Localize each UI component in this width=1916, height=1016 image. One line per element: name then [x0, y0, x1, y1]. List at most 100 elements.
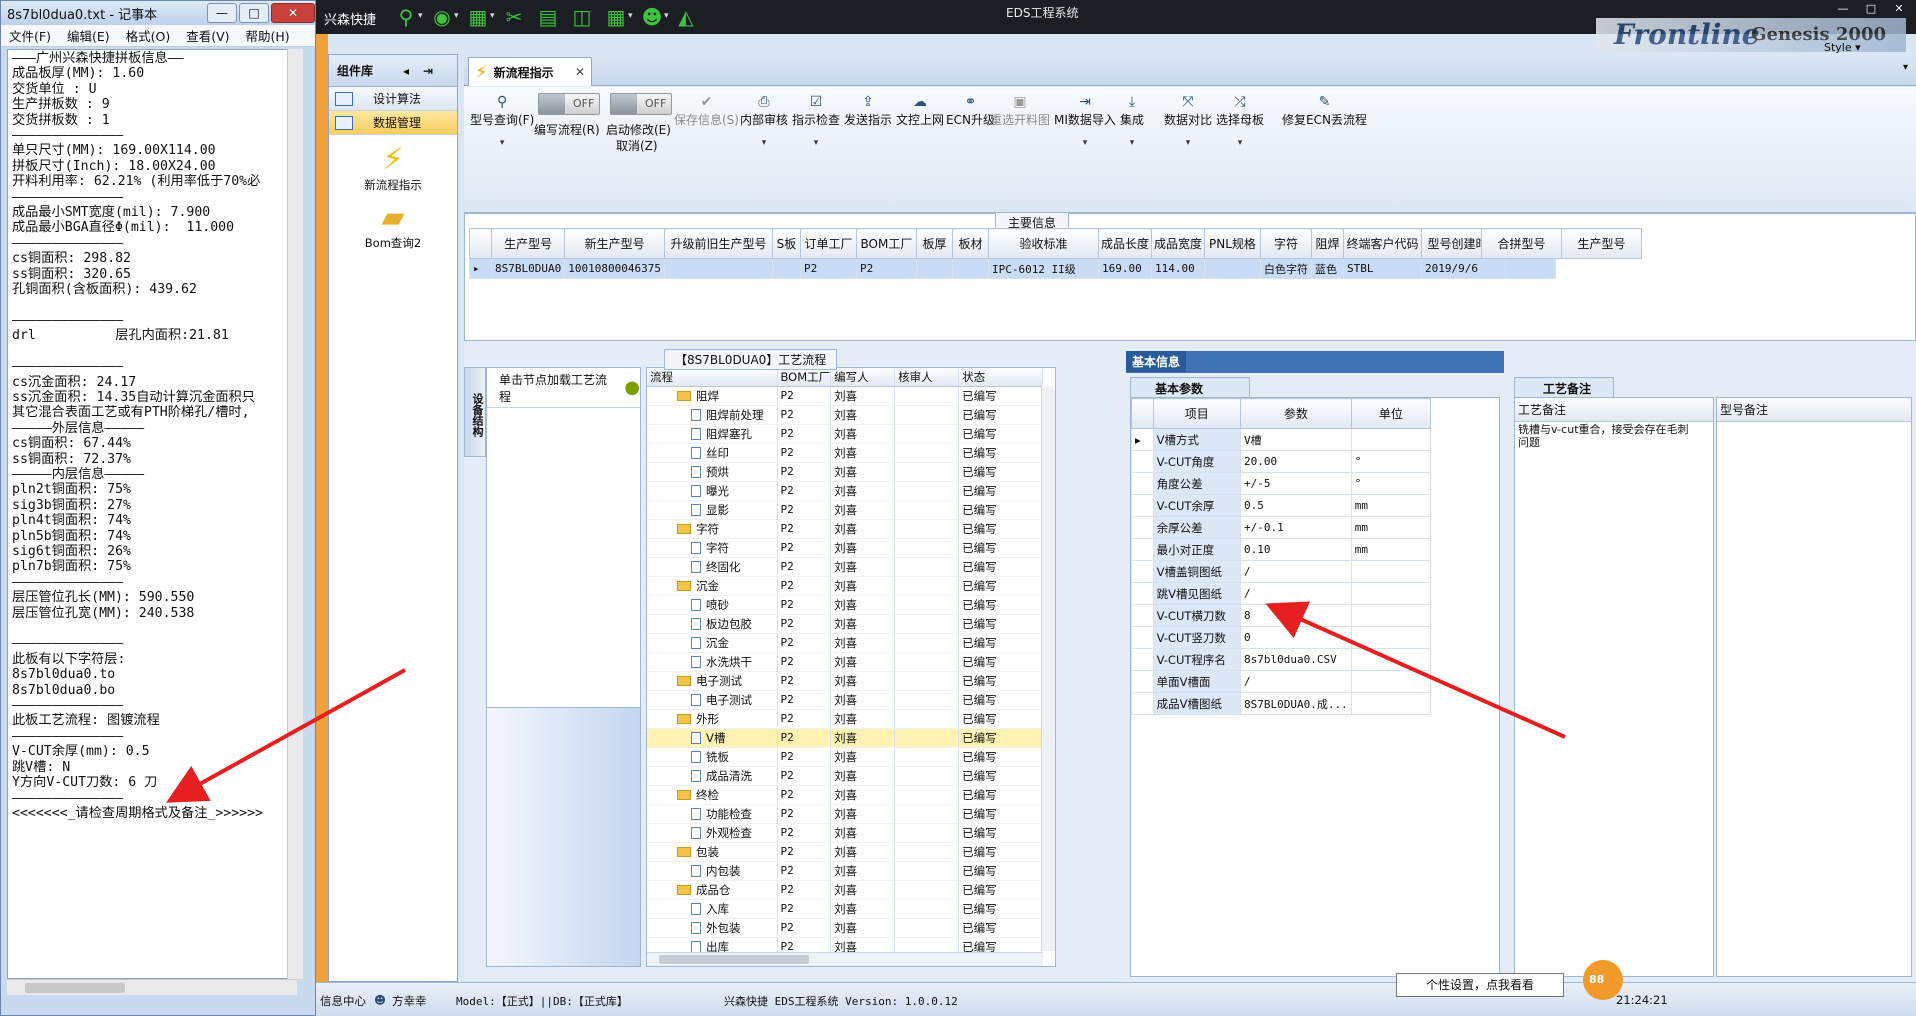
- column-header[interactable]: 流程: [647, 368, 778, 387]
- flow-node[interactable]: 丝印: [647, 443, 778, 463]
- param-row[interactable]: V-CUT竖刀数 0: [1131, 626, 1432, 649]
- flow-row[interactable]: 内包装 P2 刘喜 已编写: [647, 861, 1043, 881]
- flow-row[interactable]: 电子测试 P2 刘喜 已编写: [647, 671, 1043, 691]
- status-cell[interactable]: 已编写: [958, 443, 1043, 463]
- bom-factory-cell[interactable]: P2: [777, 918, 832, 938]
- author-cell[interactable]: 刘喜: [830, 861, 896, 881]
- status-cell[interactable]: 已编写: [958, 823, 1043, 843]
- flow-row[interactable]: 预烘 P2 刘喜 已编写: [647, 462, 1043, 482]
- column-header[interactable]: 单位: [1350, 398, 1432, 429]
- flow-row[interactable]: 成品清洗 P2 刘喜 已编写: [647, 766, 1043, 786]
- param-value[interactable]: /: [1240, 670, 1352, 693]
- flow-row[interactable]: 丝印 P2 刘喜 已编写: [647, 443, 1043, 463]
- param-value[interactable]: 8S7BL0DUA0.成...: [1240, 692, 1352, 715]
- table-cell[interactable]: 114.00: [1150, 258, 1205, 279]
- reviewer-cell[interactable]: [894, 557, 960, 577]
- menu-format[interactable]: 格式(O): [118, 26, 179, 45]
- flow-row[interactable]: 喷砂 P2 刘喜 已编写: [647, 595, 1043, 615]
- reviewer-cell[interactable]: [894, 690, 960, 710]
- author-cell[interactable]: 刘喜: [830, 671, 896, 691]
- param-row[interactable]: V-CUT横刀数 8: [1131, 604, 1432, 627]
- table-cell[interactable]: 8S7BL0DUA0: [490, 258, 566, 279]
- menu-edit[interactable]: 编辑(E): [59, 26, 118, 45]
- internal-review-button[interactable]: ⎙ 内部审核 ▾: [740, 93, 788, 148]
- table-cell[interactable]: [1504, 258, 1556, 279]
- flow-row[interactable]: 包装 P2 刘喜 已编写: [647, 842, 1043, 862]
- column-header[interactable]: 阻焊: [1310, 228, 1344, 259]
- column-header[interactable]: 板材: [951, 228, 989, 259]
- flow-node[interactable]: 喷砂: [647, 595, 778, 615]
- column-header[interactable]: PNL规格: [1203, 228, 1261, 259]
- status-cell[interactable]: 已编写: [958, 500, 1043, 520]
- style-dropdown[interactable]: Style ▾: [1824, 41, 1861, 54]
- author-cell[interactable]: 刘喜: [830, 633, 896, 653]
- chevron-down-icon[interactable]: ▾: [490, 11, 495, 21]
- reviewer-cell[interactable]: [894, 709, 960, 729]
- save-info-button[interactable]: ✔ 保存信息(S): [674, 93, 739, 128]
- new-flow-shortcut[interactable]: ⚡ 新流程指示: [329, 143, 457, 193]
- table-cell[interactable]: 白色字符: [1259, 258, 1312, 279]
- tab-equipment-structure[interactable]: 设备结构: [464, 367, 486, 457]
- reviewer-cell[interactable]: [894, 519, 960, 539]
- author-cell[interactable]: 刘喜: [830, 481, 896, 501]
- column-header[interactable]: 编写人: [830, 368, 896, 387]
- reviewer-cell[interactable]: [894, 500, 960, 520]
- flow-node[interactable]: 电子测试: [647, 671, 778, 691]
- author-cell[interactable]: 刘喜: [830, 519, 896, 539]
- column-header[interactable]: 生产型号: [1561, 228, 1642, 259]
- param-value[interactable]: /: [1240, 582, 1352, 605]
- flow-node[interactable]: 阻焊前处理: [647, 405, 778, 425]
- scissors-icon[interactable]: ✂: [502, 5, 526, 29]
- column-header[interactable]: 字符: [1259, 228, 1312, 259]
- close-button[interactable]: ✕: [1886, 2, 1912, 16]
- close-icon[interactable]: ✕: [575, 65, 585, 79]
- param-row[interactable]: V-CUT余厚 0.5 mm: [1131, 494, 1432, 517]
- bom-factory-cell[interactable]: P2: [777, 747, 832, 767]
- reviewer-cell[interactable]: [894, 386, 960, 406]
- flow-node[interactable]: 终固化: [647, 557, 778, 577]
- table-row[interactable]: ▸ 8S7BL0DUA0 10010800046375 P2 P2 IPC-6012 II…: [469, 258, 1556, 279]
- table-cell[interactable]: IPC-6012 II级: [987, 258, 1099, 279]
- table-cell[interactable]: 169.00: [1097, 258, 1152, 279]
- table-cell[interactable]: 蓝色: [1310, 258, 1344, 279]
- select-mother-board-button[interactable]: ⤮ 选择母板 ▾: [1216, 93, 1264, 148]
- enable-edit-toggle[interactable]: OFF: [610, 93, 672, 115]
- integrate-button[interactable]: ⤓ 集成 ▾: [1120, 93, 1144, 148]
- flow-row[interactable]: 沉金 P2 刘喜 已编写: [647, 576, 1043, 596]
- author-cell[interactable]: 刘喜: [830, 823, 896, 843]
- film-icon[interactable]: ▤: [536, 5, 560, 29]
- status-cell[interactable]: 已编写: [958, 709, 1043, 729]
- menu-file[interactable]: 文件(F): [1, 26, 59, 45]
- author-cell[interactable]: 刘喜: [830, 785, 896, 805]
- column-header[interactable]: 参数: [1240, 398, 1352, 429]
- flow-node[interactable]: 沉金: [647, 633, 778, 653]
- reviewer-cell[interactable]: [894, 785, 960, 805]
- param-unit[interactable]: [1350, 582, 1432, 605]
- table-cell[interactable]: 2019/9/6: [1420, 258, 1506, 279]
- param-row[interactable]: 余厚公差 +/-0.1 mm: [1131, 516, 1432, 539]
- column-header[interactable]: BOM工厂: [855, 228, 917, 259]
- reviewer-cell[interactable]: [894, 842, 960, 862]
- notepad-text-area[interactable]: ———广州兴森快捷拼板信息—— 成品板厚(MM): 1.60 交货单位 : U …: [7, 49, 297, 979]
- chevron-down-icon[interactable]: ▾: [454, 11, 459, 21]
- flow-node[interactable]: 成品仓: [647, 880, 778, 900]
- flow-node[interactable]: 外包装: [647, 918, 778, 938]
- param-unit[interactable]: [1350, 428, 1432, 451]
- instruction-check-button[interactable]: ☑ 指示检查 ▾: [792, 93, 840, 148]
- column-header[interactable]: 验收标准: [987, 228, 1099, 259]
- close-button[interactable]: ✕: [271, 3, 315, 23]
- flow-row[interactable]: 电子测试 P2 刘喜 已编写: [647, 690, 1043, 710]
- param-value[interactable]: /: [1240, 560, 1352, 583]
- status-cell[interactable]: 已编写: [958, 766, 1043, 786]
- minimize-button[interactable]: —: [1830, 2, 1856, 16]
- status-cell[interactable]: 已编写: [958, 405, 1043, 425]
- reviewer-cell[interactable]: [894, 728, 960, 748]
- param-value[interactable]: 8: [1240, 604, 1352, 627]
- status-cell[interactable]: 已编写: [958, 918, 1043, 938]
- flow-row[interactable]: 曝光 P2 刘喜 已编写: [647, 481, 1043, 501]
- param-unit[interactable]: mm: [1350, 494, 1432, 517]
- bom-factory-cell[interactable]: P2: [777, 462, 832, 482]
- status-cell[interactable]: 已编写: [958, 785, 1043, 805]
- param-row[interactable]: V槽盖铜图纸 /: [1131, 560, 1432, 583]
- chevron-down-icon[interactable]: ▾: [418, 11, 423, 21]
